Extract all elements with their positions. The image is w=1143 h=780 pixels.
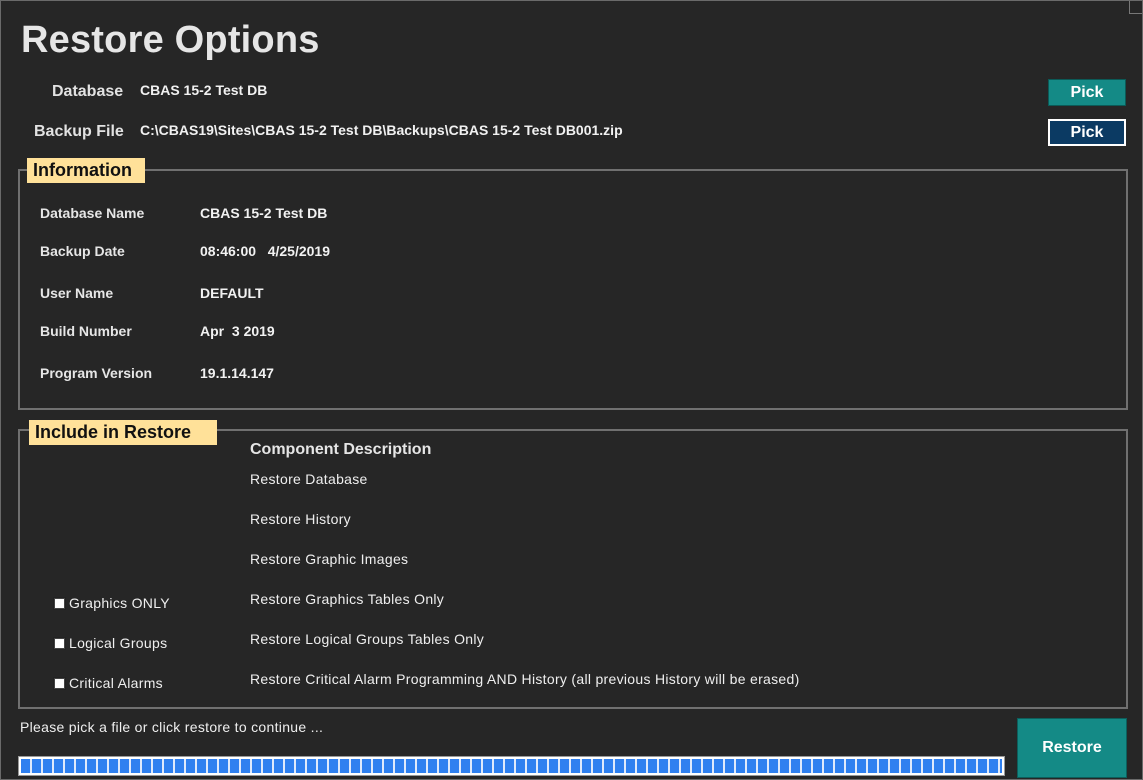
- progress-bar: [18, 756, 1005, 776]
- component-description-header: Component Description: [250, 441, 432, 458]
- critical-alarms-checkbox[interactable]: Critical Alarms: [53, 675, 163, 691]
- restore-options-window: Restore Options Database CBAS 15-2 Test …: [0, 0, 1143, 780]
- info-label-user-name: User Name: [40, 285, 114, 301]
- info-value-build-number: Apr 3 2019: [200, 323, 275, 339]
- graphics-only-checkbox[interactable]: Graphics ONLY: [53, 595, 170, 611]
- checkbox-box[interactable]: [53, 676, 66, 690]
- graphics-only-label: Graphics ONLY: [69, 595, 170, 611]
- status-message: Please pick a file or click restore to c…: [20, 719, 324, 735]
- window-corner-control[interactable]: [1129, 1, 1142, 14]
- info-value-backup-date: 08:46:00 4/25/2019: [200, 243, 330, 259]
- information-legend: Information: [27, 158, 145, 183]
- page-title: Restore Options: [21, 19, 320, 61]
- component-restore-graphics-tables: Restore Graphics Tables Only: [250, 591, 445, 607]
- backup-file-label: Backup File: [34, 123, 124, 140]
- checkbox-box[interactable]: [53, 596, 66, 610]
- backup-file-value: C:\CBAS19\Sites\CBAS 15-2 Test DB\Backup…: [140, 122, 623, 138]
- info-label-program-version: Program Version: [40, 365, 153, 381]
- info-value-database-name: CBAS 15-2 Test DB: [200, 205, 328, 221]
- component-restore-graphic-images: Restore Graphic Images: [250, 551, 409, 567]
- component-restore-critical-alarms: Restore Critical Alarm Programming AND H…: [250, 671, 800, 687]
- database-label: Database: [52, 83, 124, 100]
- info-value-program-version: 19.1.14.147: [200, 365, 274, 381]
- component-restore-logical-groups: Restore Logical Groups Tables Only: [250, 631, 485, 647]
- logical-groups-checkbox[interactable]: Logical Groups: [53, 635, 167, 651]
- information-group: [18, 169, 1128, 410]
- include-in-restore-legend: Include in Restore: [29, 420, 217, 445]
- critical-alarms-label: Critical Alarms: [69, 675, 163, 691]
- include-in-restore-group: [18, 429, 1128, 709]
- info-label-build-number: Build Number: [40, 323, 132, 339]
- component-restore-history: Restore History: [250, 511, 351, 527]
- checkbox-box[interactable]: [53, 636, 66, 650]
- restore-button[interactable]: Restore: [1017, 718, 1127, 778]
- database-value: CBAS 15-2 Test DB: [140, 82, 268, 98]
- pick-database-button[interactable]: Pick: [1048, 79, 1126, 106]
- pick-backup-file-button[interactable]: Pick: [1048, 119, 1126, 146]
- info-value-user-name: DEFAULT: [200, 285, 264, 301]
- progress-fill: [21, 759, 1002, 773]
- info-label-backup-date: Backup Date: [40, 243, 125, 259]
- logical-groups-label: Logical Groups: [69, 635, 168, 651]
- component-restore-database: Restore Database: [250, 471, 368, 487]
- info-label-database-name: Database Name: [40, 205, 145, 221]
